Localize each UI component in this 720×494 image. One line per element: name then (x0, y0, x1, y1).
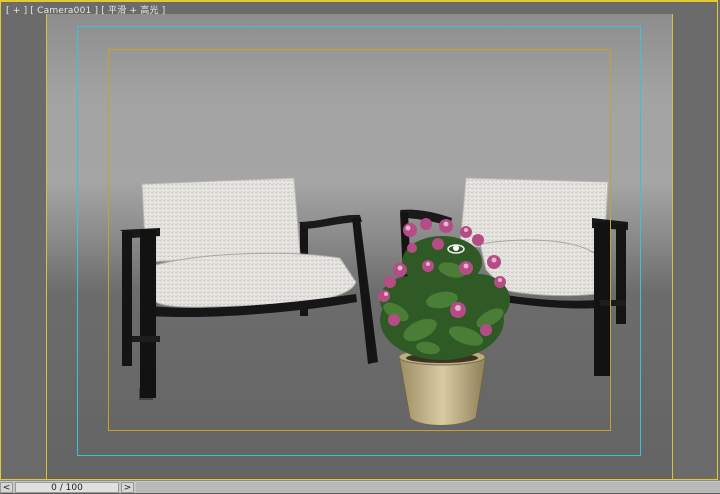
next-frame-button[interactable]: > (121, 482, 134, 493)
time-slider-handle[interactable]: 0 / 100 (15, 482, 119, 493)
time-slider-bar: < 0 / 100 > (0, 480, 720, 493)
previous-frame-button[interactable]: < (0, 482, 13, 493)
camera-viewport[interactable]: [ + ] [ Camera001 ] [ 平滑 + 高光 ] (0, 0, 720, 480)
viewport-label-menu[interactable]: [ + ] [ Camera001 ] [ 平滑 + 高光 ] (6, 3, 165, 16)
scene-render (120, 177, 628, 426)
time-slider-track[interactable] (136, 482, 720, 493)
armchair-left[interactable] (120, 177, 378, 400)
